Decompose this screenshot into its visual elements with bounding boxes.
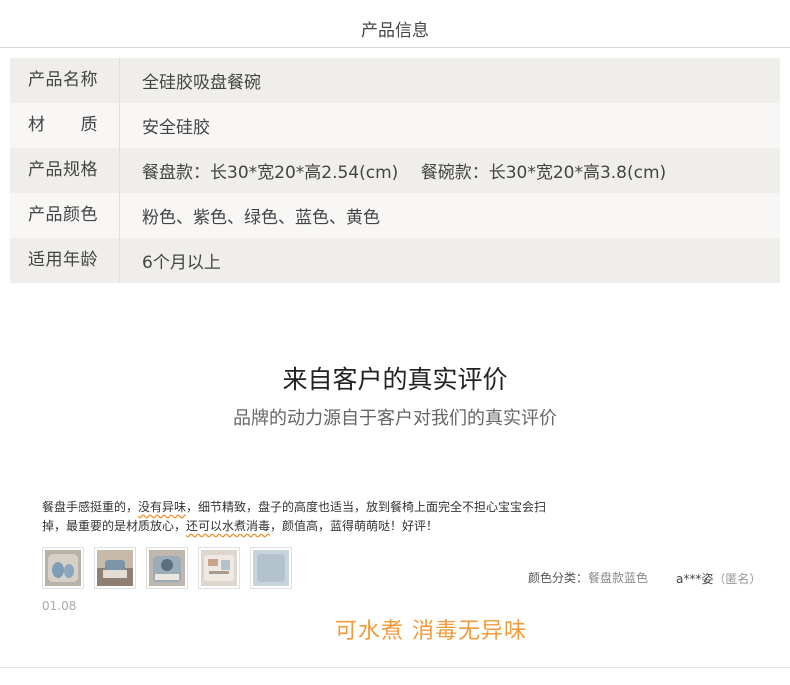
review-photo-1[interactable] (42, 547, 84, 589)
info-row-material: 材 质 安全硅胶 (10, 103, 780, 148)
info-row-color: 产品颜色 粉色、紫色、绿色、蓝色、黄色 (10, 193, 780, 238)
info-value: 安全硅胶 (142, 118, 210, 138)
info-value: 餐盘款：长30*宽20*高2.54(cm) 餐碗款：长30*宽20*高3.8(c… (142, 163, 667, 183)
product-info-table: 产品名称 全硅胶吸盘餐碗 材 质 安全硅胶 产品规格 餐盘款：长30*宽20*高… (10, 58, 780, 283)
color-category-key: 颜色分类： (528, 571, 589, 585)
divider (0, 47, 790, 48)
info-label: 适用年龄 (10, 238, 120, 283)
review-text-part: ，颜值高，蓝得萌萌哒！好评！ (270, 519, 439, 533)
section-title: 产品信息 (361, 21, 429, 41)
color-category-value: 餐盘款蓝色 (588, 571, 649, 585)
review-color-category: 颜色分类：餐盘款蓝色 (528, 569, 648, 586)
info-row-age: 适用年龄 6个月以上 (10, 238, 780, 283)
review-photos (42, 547, 302, 589)
review-text-part: 餐盘手感挺重的， (42, 500, 139, 514)
reviewer-anonymous-tag: （匿名） (713, 572, 762, 586)
review-text: 餐盘手感挺重的，没有异味，细节精致，盘子的高度也适当，放到餐椅上面完全不担心宝宝… (42, 498, 552, 536)
reviews-title: 来自客户的真实评价 (282, 365, 508, 394)
photo-plate-icon (45, 550, 81, 586)
feature-highlight: 可水煮 消毒无异味 (335, 619, 527, 644)
photo-plate-icon (253, 550, 289, 586)
info-value: 6个月以上 (142, 253, 221, 273)
info-label: 材 质 (10, 103, 120, 148)
info-row-spec: 产品规格 餐盘款：长30*宽20*高2.54(cm) 餐碗款：长30*宽20*高… (10, 148, 780, 193)
reviewer: a***姿（匿名） (676, 570, 761, 587)
info-value: 全硅胶吸盘餐碗 (142, 73, 261, 93)
review-photo-5[interactable] (250, 547, 292, 589)
info-label: 产品颜色 (10, 193, 120, 238)
info-label: 产品名称 (10, 58, 120, 103)
info-row-name: 产品名称 全硅胶吸盘餐碗 (10, 58, 780, 103)
review-keyword: 没有异味 (138, 500, 187, 514)
info-label: 产品规格 (10, 148, 120, 193)
photo-plate-icon (201, 550, 237, 586)
review-photo-3[interactable] (146, 547, 188, 589)
review-keyword: 还可以水煮消毒 (186, 519, 271, 533)
review-date: 01.08 (42, 599, 77, 613)
review-photo-2[interactable] (94, 547, 136, 589)
photo-plate-icon (149, 550, 185, 586)
divider (0, 667, 790, 668)
review-photo-4[interactable] (198, 547, 240, 589)
reviews-subtitle: 品牌的动力源自于客户对我们的真实评价 (233, 408, 557, 429)
photo-plate-icon (97, 550, 133, 586)
info-value: 粉色、紫色、绿色、蓝色、黄色 (142, 208, 380, 228)
reviewer-name: a***姿 (676, 572, 714, 586)
